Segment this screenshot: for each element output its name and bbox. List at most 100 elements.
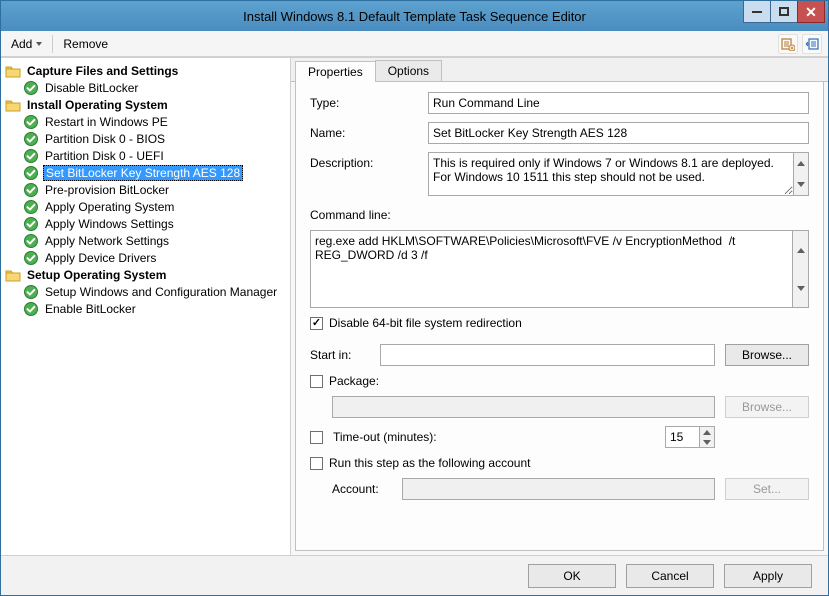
tree-item-label: Setup Windows and Configuration Manager — [43, 285, 279, 299]
remove-label: Remove — [63, 37, 108, 51]
commandline-field[interactable] — [310, 230, 793, 308]
arrow-up-icon — [797, 248, 805, 253]
tree-item[interactable]: Enable BitLocker — [1, 300, 290, 317]
success-icon — [23, 182, 39, 198]
tree-group[interactable]: Capture Files and Settings — [1, 62, 290, 79]
timeout-spin-down[interactable] — [700, 437, 714, 447]
tab-options[interactable]: Options — [375, 60, 442, 81]
title-bar: Install Windows 8.1 Default Template Tas… — [1, 1, 828, 31]
cancel-button[interactable]: Cancel — [626, 564, 714, 588]
tree-group-label: Setup Operating System — [25, 268, 168, 282]
disable64-checkbox[interactable] — [310, 317, 323, 330]
tree-item[interactable]: Disable BitLocker — [1, 79, 290, 96]
tree-item[interactable]: Apply Windows Settings — [1, 215, 290, 232]
package-checkbox[interactable] — [310, 375, 323, 388]
apply-button[interactable]: Apply — [724, 564, 812, 588]
tree-item-label: Set BitLocker Key Strength AES 128 — [43, 165, 243, 181]
success-icon — [23, 114, 39, 130]
tree-item[interactable]: Apply Operating System — [1, 198, 290, 215]
toolbar: Add Remove — [1, 31, 828, 57]
success-icon — [23, 216, 39, 232]
tree-item[interactable]: Set BitLocker Key Strength AES 128 — [1, 164, 290, 181]
package-label: Package: — [329, 374, 379, 388]
success-icon — [23, 148, 39, 164]
task-tree[interactable]: Capture Files and SettingsDisable BitLoc… — [1, 58, 291, 555]
minimize-icon — [752, 11, 762, 13]
success-icon — [23, 250, 39, 266]
tree-item[interactable]: Apply Network Settings — [1, 232, 290, 249]
maximize-button[interactable] — [770, 1, 798, 23]
tree-group[interactable]: Install Operating System — [1, 96, 290, 113]
package-field — [332, 396, 715, 418]
description-label: Description: — [310, 152, 420, 170]
success-icon — [23, 301, 39, 317]
folder-icon — [5, 267, 21, 283]
timeout-label: Time-out (minutes): — [333, 430, 655, 444]
description-scrollbar[interactable] — [794, 152, 809, 196]
tree-item[interactable]: Partition Disk 0 - BIOS — [1, 130, 290, 147]
type-label: Type: — [310, 92, 420, 110]
tree-group[interactable]: Setup Operating System — [1, 266, 290, 283]
name-label: Name: — [310, 122, 420, 140]
ok-button[interactable]: OK — [528, 564, 616, 588]
tree-group-label: Capture Files and Settings — [25, 64, 180, 78]
startin-browse-button[interactable]: Browse... — [725, 344, 809, 366]
success-icon — [23, 131, 39, 147]
timeout-spin-up[interactable] — [700, 427, 714, 437]
disable64-label: Disable 64-bit file system redirection — [329, 316, 522, 330]
move-item-icon — [805, 37, 819, 51]
arrow-down-icon — [703, 440, 711, 445]
tree-item[interactable]: Setup Windows and Configuration Manager — [1, 283, 290, 300]
tree-item-label: Apply Windows Settings — [43, 217, 176, 231]
tab-properties[interactable]: Properties — [295, 61, 376, 82]
move-item-button[interactable] — [802, 34, 822, 54]
startin-field[interactable] — [380, 344, 715, 366]
timeout-spinner[interactable] — [665, 426, 715, 448]
chevron-down-icon — [36, 42, 42, 46]
tree-item-label: Pre-provision BitLocker — [43, 183, 171, 197]
minimize-button[interactable] — [743, 1, 771, 23]
arrow-down-icon — [797, 182, 805, 187]
remove-button[interactable]: Remove — [59, 35, 112, 53]
success-icon — [23, 233, 39, 249]
commandline-label: Command line: — [310, 208, 809, 222]
success-icon — [23, 165, 39, 181]
arrow-up-icon — [797, 161, 805, 166]
new-group-icon — [781, 37, 795, 51]
close-icon: ✕ — [805, 5, 817, 19]
maximize-icon — [779, 7, 789, 16]
startin-label: Start in: — [310, 348, 370, 362]
tree-item[interactable]: Restart in Windows PE — [1, 113, 290, 130]
tree-item-label: Restart in Windows PE — [43, 115, 170, 129]
tree-item[interactable]: Partition Disk 0 - UEFI — [1, 147, 290, 164]
tree-item-label: Enable BitLocker — [43, 302, 138, 316]
timeout-value[interactable] — [665, 426, 699, 448]
add-menu-button[interactable]: Add — [7, 35, 46, 53]
tab-strip: Properties Options — [291, 58, 828, 82]
tree-item-label: Apply Network Settings — [43, 234, 171, 248]
tree-group-label: Install Operating System — [25, 98, 170, 112]
folder-icon — [5, 97, 21, 113]
account-label: Account: — [332, 482, 392, 496]
success-icon — [23, 80, 39, 96]
description-field[interactable] — [428, 152, 794, 196]
tree-item[interactable]: Pre-provision BitLocker — [1, 181, 290, 198]
close-button[interactable]: ✕ — [797, 1, 825, 23]
toolbar-separator — [52, 35, 53, 53]
add-label: Add — [11, 37, 32, 51]
type-field — [428, 92, 809, 114]
commandline-scrollbar[interactable] — [793, 230, 809, 308]
tree-item-label: Apply Operating System — [43, 200, 176, 214]
arrow-up-icon — [703, 430, 711, 435]
account-field — [402, 478, 715, 500]
timeout-checkbox[interactable] — [310, 431, 323, 444]
success-icon — [23, 284, 39, 300]
folder-icon — [5, 63, 21, 79]
runas-checkbox[interactable] — [310, 457, 323, 470]
window-title: Install Windows 8.1 Default Template Tas… — [1, 9, 828, 24]
tree-item-label: Partition Disk 0 - BIOS — [43, 132, 167, 146]
new-group-button[interactable] — [778, 34, 798, 54]
name-field[interactable] — [428, 122, 809, 144]
tree-item[interactable]: Apply Device Drivers — [1, 249, 290, 266]
tree-item-label: Apply Device Drivers — [43, 251, 158, 265]
